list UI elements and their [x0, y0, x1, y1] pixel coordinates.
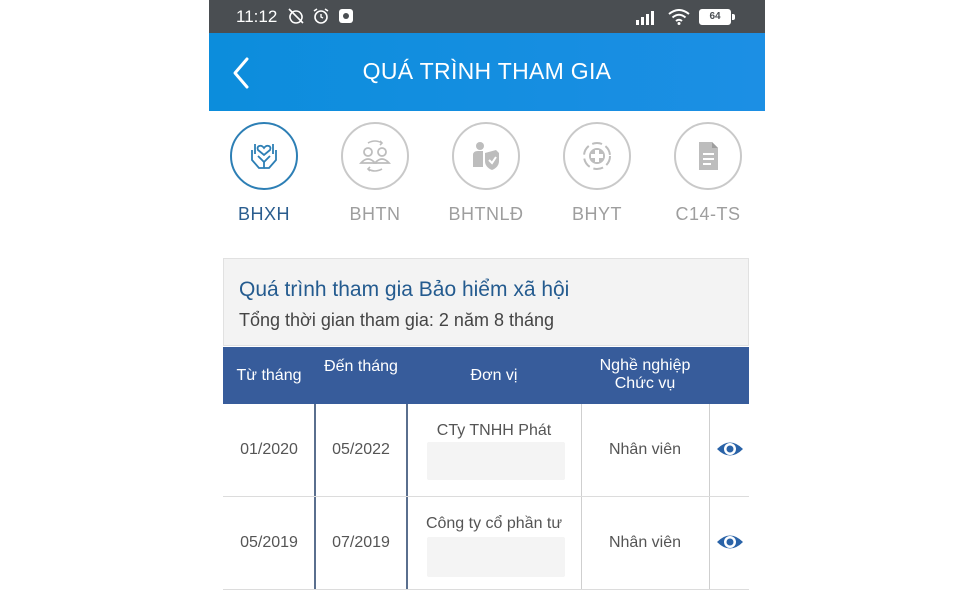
- tab-icon-circle: [452, 122, 520, 190]
- status-bar: 11:12 64: [209, 0, 765, 33]
- column-divider: [406, 497, 408, 589]
- tab-bhyt[interactable]: BHYT: [547, 122, 647, 225]
- wifi-icon: [668, 9, 690, 25]
- insurance-tabs: BHXH BHTN BHTNLĐ BHYT C14-TS: [209, 122, 765, 232]
- table-row: 05/2019 07/2019 Công ty cổ phần tư Nhân …: [223, 497, 749, 590]
- document-icon: [699, 142, 718, 170]
- column-divider: [709, 404, 710, 496]
- tab-bhtnld[interactable]: BHTNLĐ: [436, 122, 536, 225]
- people-exchange-icon: [359, 140, 391, 172]
- alarm-off-icon: [288, 8, 304, 24]
- view-eye-icon[interactable]: [715, 531, 745, 553]
- tab-label: BHXH: [237, 204, 290, 224]
- cell-from: 05/2019: [240, 534, 298, 551]
- view-eye-icon[interactable]: [715, 438, 745, 460]
- header-to: Đến tháng: [324, 358, 398, 375]
- page-title: QUÁ TRÌNH THAM GIA: [362, 58, 612, 84]
- header-unit: Đơn vị: [470, 367, 518, 384]
- alarm-clock-icon: [313, 8, 329, 24]
- cell-unit: CTy TNHH Phát: [436, 422, 552, 439]
- hands-heart-icon: [251, 144, 277, 169]
- summary-total-time: Tổng thời gian tham gia: 2 năm 8 tháng: [239, 310, 554, 330]
- column-divider: [709, 497, 710, 589]
- tab-bhxh[interactable]: BHXH: [214, 122, 314, 225]
- cell-job: Nhân viên: [608, 441, 682, 458]
- app-header: QUÁ TRÌNH THAM GIA: [209, 33, 765, 111]
- column-divider: [406, 404, 408, 496]
- summary-box: Quá trình tham gia Bảo hiểm xã hội Tổng …: [223, 258, 749, 346]
- tab-icon-circle: [341, 122, 409, 190]
- header-from: Từ tháng: [236, 367, 302, 384]
- table-row: 01/2020 05/2022 CTy TNHH Phát Nhân viên: [223, 404, 749, 497]
- cell-from: 01/2020: [240, 441, 298, 458]
- table-header: Từ tháng Đến tháng Đơn vị Nghề nghiệp Ch…: [223, 347, 749, 404]
- cell-job: Nhân viên: [608, 534, 682, 551]
- cell-unit: Công ty cổ phần tư: [425, 515, 563, 532]
- tab-icon-circle: [230, 122, 298, 190]
- phone-screen: 11:12 64 QUÁ TRÌNH THAM GIA BHXH BHTN BH…: [209, 0, 765, 615]
- status-icons-left: [287, 8, 355, 24]
- tab-label: C14-TS: [675, 204, 741, 224]
- signal-icon: [636, 11, 654, 25]
- tab-icon-circle: [674, 122, 742, 190]
- header-job-line1: Nghề nghiệp: [599, 357, 691, 374]
- gallery-icon: [339, 9, 353, 23]
- status-time: 11:12: [236, 7, 278, 26]
- tab-label: BHYT: [571, 204, 622, 224]
- redacted-area: [427, 537, 565, 577]
- redacted-area: [427, 442, 565, 480]
- tab-icon-circle: [563, 122, 631, 190]
- tab-c14-ts[interactable]: C14-TS: [658, 122, 758, 225]
- participation-table: Từ tháng Đến tháng Đơn vị Nghề nghiệp Ch…: [223, 347, 749, 590]
- tab-bhtn[interactable]: BHTN: [325, 122, 425, 225]
- header-job-line2: Chức vụ: [614, 375, 676, 392]
- tab-label: BHTN: [349, 204, 401, 224]
- worker-shield-icon: [473, 142, 499, 170]
- tab-label: BHTNLĐ: [448, 204, 524, 224]
- medical-cross-icon: [583, 142, 611, 170]
- status-icons-right: 64: [635, 9, 735, 25]
- cell-to: 07/2019: [332, 534, 390, 551]
- summary-title: Quá trình tham gia Bảo hiểm xã hội: [239, 278, 570, 301]
- cell-to: 05/2022: [332, 441, 390, 458]
- header-job: Nghề nghiệp Chức vụ: [581, 357, 709, 393]
- battery-icon: 64: [699, 9, 735, 25]
